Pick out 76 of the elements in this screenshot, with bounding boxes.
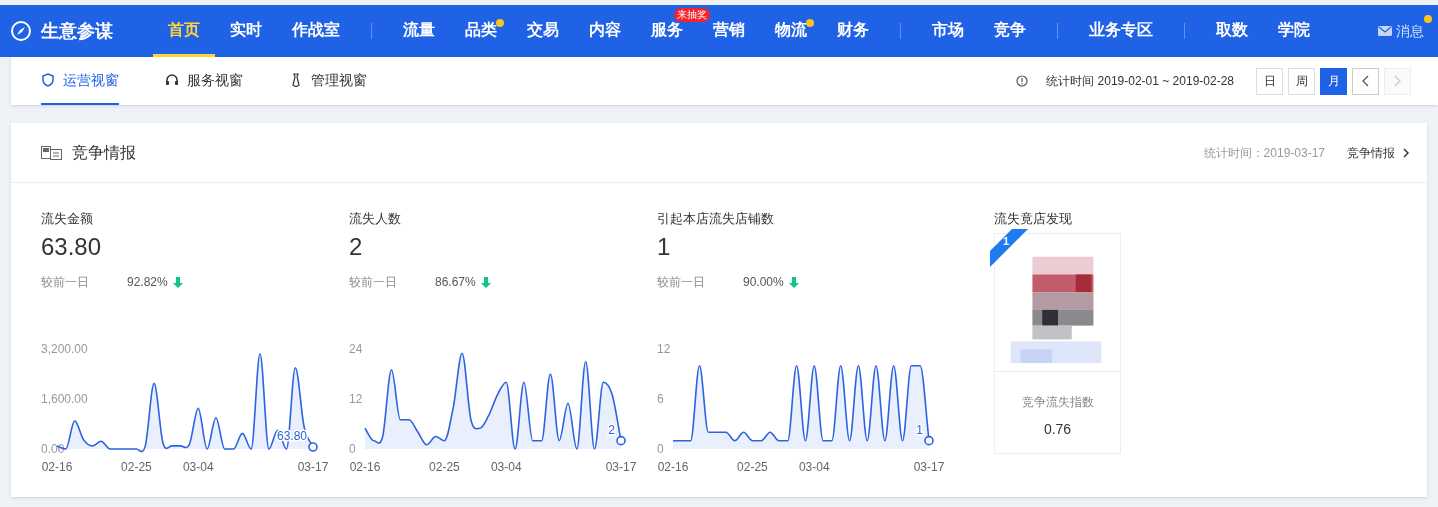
compare-label: 较前一日: [657, 274, 706, 291]
y-axis-label: 24: [349, 342, 363, 356]
newspaper-icon: [41, 145, 62, 160]
y-axis-label: 6: [657, 392, 664, 406]
y-axis-label: 12: [657, 342, 671, 356]
x-axis-label: 02-16: [41, 460, 73, 474]
compass-icon: [11, 21, 31, 41]
x-axis-label: 03-04: [798, 460, 830, 474]
x-axis-label: 02-16: [657, 460, 689, 474]
chevron-right-icon: [1393, 75, 1402, 87]
headset-icon: [165, 73, 179, 87]
y-axis-label: 3,200.00: [41, 342, 88, 356]
x-axis-label: 03-17: [913, 460, 945, 474]
competition-link[interactable]: 竞争情报: [1347, 143, 1409, 162]
x-axis-label: 03-04: [490, 460, 522, 474]
info-icon: [1016, 75, 1029, 87]
metric-value: 2: [349, 232, 364, 262]
view-tab[interactable]: 服务视窗: [165, 57, 243, 105]
rank-number: 1: [1003, 235, 1010, 247]
x-axis-label: 02-25: [121, 460, 152, 474]
y-axis-label: 12: [349, 392, 363, 406]
stat-period-text: 统计时间 2019-02-01 ~ 2019-02-28: [1046, 73, 1234, 90]
stat-time-text: 统计时间：2019-03-17: [1203, 144, 1325, 162]
metric-title: 流失金额: [41, 210, 94, 228]
brand-name: 生意参谋: [41, 19, 113, 43]
messages-button[interactable]: 消息: [1378, 20, 1424, 42]
x-axis-label: 02-16: [349, 460, 381, 474]
nav-tab[interactable]: 物流: [760, 5, 822, 57]
promo-badge: 来抽奖: [674, 8, 710, 22]
y-axis-label: 1,600.00: [41, 392, 88, 406]
metric-title: 引起本店流失店铺数: [657, 210, 775, 228]
x-axis-label: 03-17: [297, 460, 329, 474]
nav-tab[interactable]: 取数: [1201, 5, 1263, 57]
nav-tab[interactable]: 内容: [574, 5, 636, 57]
nav-tab[interactable]: 交易: [512, 5, 574, 57]
period-option[interactable]: 月: [1320, 67, 1347, 95]
chevron-right-icon: [1403, 147, 1409, 158]
competitor-title: 流失竟店发现: [994, 210, 1073, 228]
chevron-left-icon: [1361, 75, 1370, 87]
nav-tab[interactable]: 竞争: [979, 5, 1041, 57]
x-axis-label: 03-04: [182, 460, 214, 474]
nav-tab[interactable]: 品类: [450, 5, 512, 57]
nav-tab[interactable]: 市场: [917, 5, 979, 57]
view-tab[interactable]: 运营视窗: [41, 57, 119, 105]
nav-tab[interactable]: 财务: [822, 5, 884, 57]
x-axis-label: 02-25: [737, 460, 768, 474]
period-option[interactable]: 周: [1288, 67, 1315, 95]
end-point-marker: [308, 442, 318, 452]
nav-tab[interactable]: 业务专区: [1074, 5, 1168, 57]
metric-value: 63.80: [41, 232, 103, 262]
y-axis-label: 0: [657, 442, 664, 456]
nav-tab[interactable]: 流量: [388, 5, 450, 57]
section-title: 竞争情报: [72, 142, 136, 163]
y-axis-label: 0: [349, 442, 356, 456]
tie-icon: [289, 73, 303, 87]
mail-icon: [1378, 25, 1392, 37]
index-label: 竞争流失指数: [1021, 394, 1094, 411]
shield-icon: [41, 73, 55, 87]
previous-button[interactable]: [1352, 67, 1379, 95]
metric-title: 流失人数: [349, 210, 402, 228]
x-axis-label: 03-17: [605, 460, 637, 474]
change-value: 92.82%: [127, 274, 168, 291]
index-value: 0.76: [1043, 420, 1072, 439]
rank-ribbon: [990, 229, 1028, 267]
nav-tab[interactable]: 实时: [215, 5, 277, 57]
change-value: 86.67%: [435, 274, 476, 291]
nav-tab[interactable]: 作战室: [277, 5, 355, 57]
compare-label: 较前一日: [349, 274, 398, 291]
metric-value: 1: [657, 232, 672, 262]
change-value: 90.00%: [743, 274, 784, 291]
compare-label: 较前一日: [41, 274, 90, 291]
y-axis-label: 0.00: [41, 442, 65, 456]
view-tab[interactable]: 管理视窗: [289, 57, 367, 105]
period-option[interactable]: 日: [1256, 67, 1283, 95]
x-axis-label: 02-25: [429, 460, 460, 474]
nav-tab[interactable]: 学院: [1263, 5, 1325, 57]
